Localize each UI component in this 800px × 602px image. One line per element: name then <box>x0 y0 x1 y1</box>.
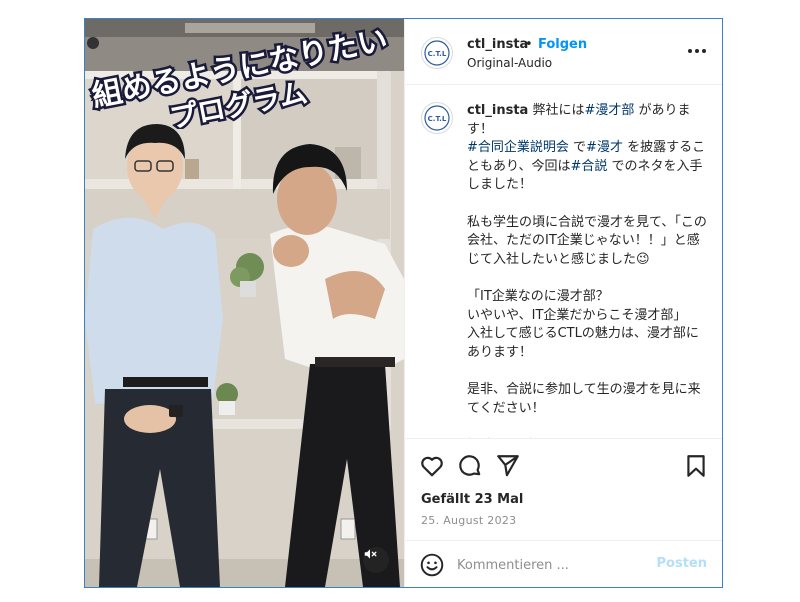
caption-text: 弊社には <box>528 103 585 118</box>
post-header: C.T.L ctl_insta • Folgen Original-Audio <box>405 19 722 85</box>
comment-bar: Posten <box>405 540 722 587</box>
paper-plane-icon[interactable] <box>495 453 521 479</box>
post-caption: ctl_insta 弊社には#漫才部 があります！ #合同企業説明会 で#漫才 … <box>467 102 707 438</box>
post-date: 25. August 2023 <box>421 514 517 527</box>
caption-section: C.T.L ctl_insta 弊社には#漫才部 があります！ #合同企業説明会… <box>405 86 722 438</box>
speaker-muted-icon <box>364 549 377 559</box>
ctl-logo-icon: C.T.L <box>424 105 450 131</box>
more-options-button[interactable] <box>685 39 709 63</box>
caption-username[interactable]: ctl_insta <box>467 103 528 118</box>
svg-text:C.T.L: C.T.L <box>428 115 447 123</box>
bookmark-icon[interactable] <box>683 453 709 479</box>
hashtag-link[interactable]: #漫才 <box>586 140 623 155</box>
svg-text:C.T.L: C.T.L <box>428 50 447 58</box>
comment-bubble-icon[interactable] <box>457 453 483 479</box>
hashtag-link[interactable]: #漫才部 <box>584 103 634 118</box>
instagram-post: 組めるようになりたい プログラム C.T.L ctl_insta • Folge… <box>84 18 723 588</box>
like-count[interactable]: Gefällt 23 Mal <box>421 492 523 507</box>
follow-button[interactable]: Folgen <box>538 37 587 52</box>
caption-text: でのネタを入手しました！ 私も学生の頃に合説で漫才を見て、「この会社、ただのIT… <box>467 158 707 438</box>
avatar[interactable]: C.T.L <box>421 37 453 69</box>
comment-input[interactable] <box>457 554 647 576</box>
caption-text: で <box>568 140 587 156</box>
post-username[interactable]: ctl_insta <box>467 37 528 52</box>
heart-icon[interactable] <box>419 453 445 479</box>
audio-label[interactable]: Original-Audio <box>467 56 552 70</box>
more-horizontal-icon <box>688 49 706 53</box>
separator-dot: • <box>525 37 533 52</box>
smiley-icon[interactable] <box>419 552 445 578</box>
ctl-logo-icon: C.T.L <box>424 40 450 66</box>
post-side-panel: C.T.L ctl_insta • Folgen Original-Audio … <box>404 19 722 587</box>
post-actions: Gefällt 23 Mal 25. August 2023 Posten <box>405 438 722 587</box>
video-caption-overlay: 組めるようになりたい プログラム <box>87 20 393 129</box>
hashtag-link[interactable]: #合同企業説明会 <box>467 140 569 155</box>
post-comment-button[interactable]: Posten <box>657 556 707 571</box>
caption-avatar[interactable]: C.T.L <box>421 102 453 134</box>
hashtag-link[interactable]: #合説 <box>570 159 607 174</box>
post-video[interactable]: 組めるようになりたい プログラム <box>85 19 404 587</box>
mute-button[interactable] <box>363 547 389 573</box>
